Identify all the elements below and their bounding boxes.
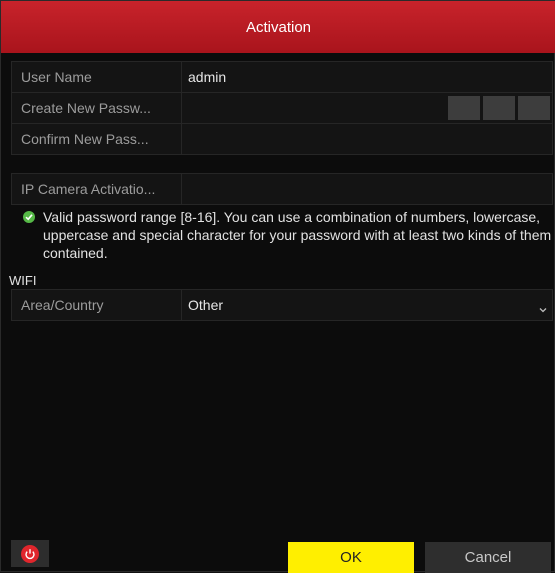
power-button[interactable] (11, 540, 49, 567)
dialog-footer: OK Cancel (1, 536, 555, 573)
activation-dialog: Activation User Name admin Create New Pa… (0, 0, 555, 573)
area-country-label: Area/Country (12, 290, 182, 320)
user-name-field[interactable]: admin (182, 62, 552, 92)
cancel-button[interactable]: Cancel (425, 542, 551, 573)
confirm-password-row: Confirm New Pass... (11, 123, 553, 155)
password-strength-meter (448, 96, 550, 120)
ok-button[interactable]: OK (288, 542, 414, 573)
strength-segment (518, 96, 550, 120)
area-country-value: Other (188, 297, 224, 313)
strength-segment (483, 96, 515, 120)
user-name-label: User Name (12, 62, 182, 92)
chevron-down-icon (539, 300, 547, 316)
create-password-row: Create New Passw... (11, 92, 553, 124)
password-hint-text: Valid password range [8-16]. You can use… (43, 209, 552, 261)
confirm-password-field[interactable] (182, 124, 552, 154)
password-hint: Valid password range [8-16]. You can use… (23, 208, 553, 262)
confirm-password-label: Confirm New Pass... (12, 124, 182, 154)
power-icon (21, 544, 39, 563)
wifi-section-label: WIFI (9, 273, 37, 288)
ip-camera-activation-field[interactable] (182, 174, 552, 204)
ip-camera-activation-label: IP Camera Activatio... (12, 174, 182, 204)
create-password-label: Create New Passw... (12, 93, 182, 123)
dialog-title: Activation (1, 1, 555, 53)
area-country-select[interactable]: Other (182, 290, 552, 320)
create-password-field[interactable] (182, 93, 552, 123)
user-name-row: User Name admin (11, 61, 553, 93)
valid-check-icon (23, 211, 35, 223)
strength-segment (448, 96, 480, 120)
ip-camera-activation-row: IP Camera Activatio... (11, 173, 553, 205)
area-country-row: Area/Country Other (11, 289, 553, 321)
